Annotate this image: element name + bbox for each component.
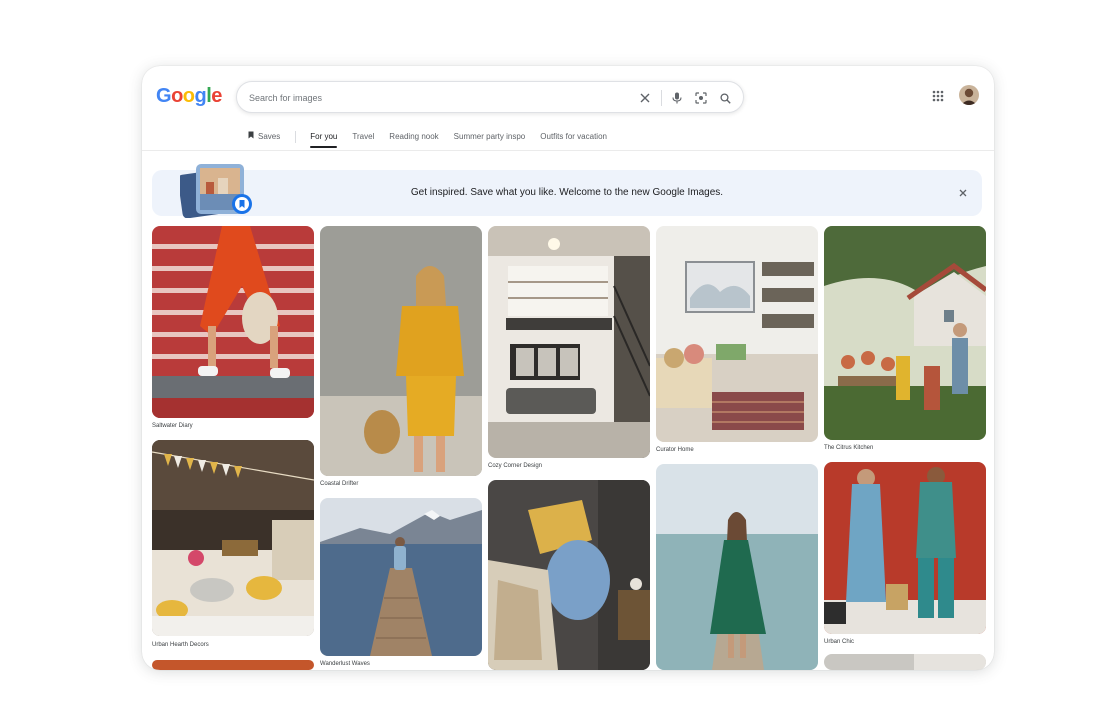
image-thumbnail[interactable] — [656, 226, 818, 442]
tab-summer-party-inspo[interactable]: Summer party inspo — [454, 126, 526, 148]
image-thumbnail[interactable] — [152, 440, 314, 636]
search-icon[interactable] — [717, 90, 733, 106]
tab-reading-nook[interactable]: Reading nook — [389, 126, 438, 148]
image-thumbnail[interactable] — [824, 226, 986, 440]
image-thumbnail[interactable] — [152, 226, 314, 418]
image-caption: Saltwater Diary — [152, 423, 193, 429]
search-input[interactable] — [249, 89, 629, 107]
image-thumbnail[interactable] — [320, 498, 482, 656]
lens-camera-icon[interactable] — [693, 90, 709, 106]
image-caption: Urban Chic — [824, 639, 855, 645]
tab-label: Travel — [352, 132, 375, 141]
tab-outfits-for-vacation[interactable]: Outfits for vacation — [540, 126, 607, 148]
tab-label: Outfits for vacation — [540, 132, 607, 141]
screen-background: Google Search for images Saves For you T… — [0, 0, 1108, 728]
image-caption: Urban Hearth Decors — [152, 642, 209, 648]
image-grid: Saltwater Diary Urban Hearth Decors Coas… — [152, 226, 986, 670]
microphone-icon[interactable] — [669, 90, 685, 106]
close-icon[interactable] — [956, 186, 970, 200]
header-divider — [142, 150, 994, 151]
tab-divider — [295, 131, 297, 143]
image-caption: Curator Home — [656, 447, 694, 453]
image-thumbnail[interactable] — [824, 654, 986, 670]
search-divider — [661, 90, 662, 106]
tab-for-you[interactable]: For you — [310, 126, 338, 148]
welcome-banner: Get inspired. Save what you like. Welcom… — [152, 164, 982, 219]
tab-travel[interactable]: Travel — [352, 126, 374, 148]
image-caption: Cozy Corner Design — [488, 463, 543, 469]
bookmark-icon — [248, 130, 254, 144]
image-thumbnail[interactable] — [488, 226, 650, 458]
image-thumbnail[interactable] — [488, 480, 650, 670]
tab-label: Saves — [258, 132, 281, 141]
banner-message: Get inspired. Save what you like. Welcom… — [410, 187, 724, 198]
tab-label: Reading nook — [389, 132, 439, 141]
tab-saves[interactable]: Saves — [248, 126, 280, 148]
google-images-window: Google Search for images Saves For you T… — [142, 66, 994, 670]
filter-tabs: Saves For you Travel Reading nook Summer… — [248, 126, 622, 148]
image-caption: The Citrus Kitchen — [824, 445, 874, 451]
image-thumbnail[interactable] — [152, 660, 314, 670]
image-thumbnail[interactable] — [656, 464, 818, 670]
image-caption: Coastal Drifter — [320, 481, 359, 487]
google-apps-icon[interactable] — [930, 88, 946, 104]
tab-label: Summer party inspo — [453, 132, 526, 141]
clear-icon[interactable] — [637, 90, 653, 106]
image-caption: Wanderlust Waves — [320, 661, 370, 667]
image-thumbnail[interactable] — [824, 462, 986, 634]
tab-label: For you — [310, 132, 338, 141]
search-box[interactable] — [236, 81, 744, 113]
image-thumbnail[interactable] — [320, 226, 482, 476]
avatar[interactable] — [959, 85, 979, 105]
google-logo[interactable]: Google — [156, 85, 222, 108]
